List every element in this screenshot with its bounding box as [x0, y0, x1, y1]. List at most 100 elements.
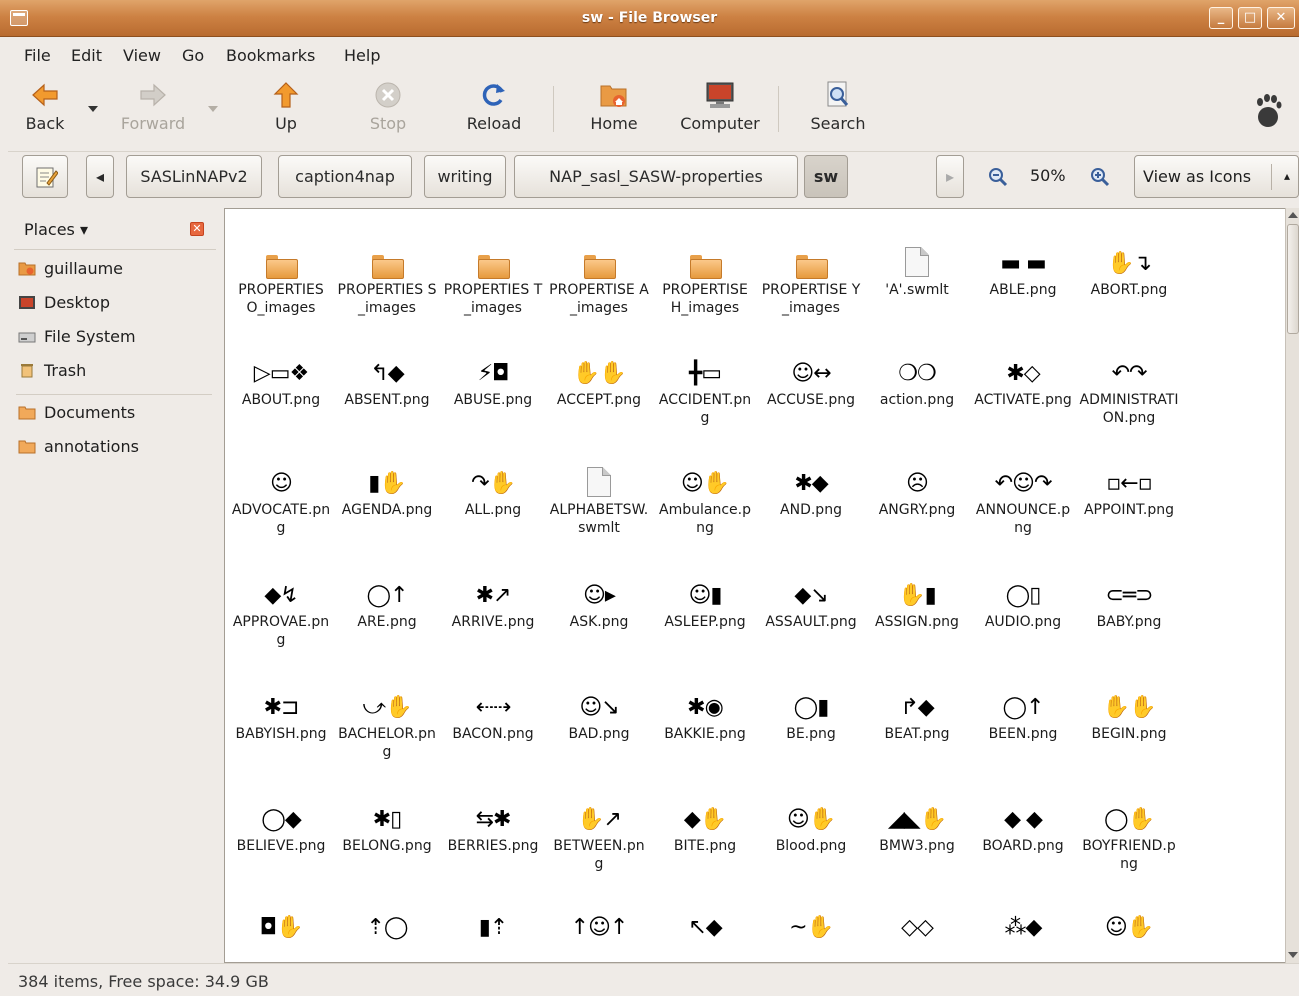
view-mode-select[interactable]: View as Icons ▴ [1134, 155, 1299, 198]
file-item[interactable]: ALPHABETSW.swmlt [547, 459, 651, 537]
menu-view[interactable]: View [123, 46, 161, 65]
image-file-item[interactable]: ◇◇ [865, 903, 969, 945]
crumb-caption4nap[interactable]: caption4nap [278, 155, 412, 198]
menu-help[interactable]: Help [344, 46, 380, 65]
image-file-item[interactable]: ◯▮ BE.png [759, 683, 863, 743]
image-file-item[interactable]: ╋▭ ACCIDENT.png [653, 349, 757, 427]
menu-file[interactable]: File [24, 46, 51, 65]
image-file-item[interactable]: ☺✋ [1077, 903, 1181, 945]
folder-item[interactable]: PROPERTISE H_images [653, 239, 757, 317]
image-file-item[interactable]: ☺▮ ASLEEP.png [653, 571, 757, 631]
image-file-item[interactable]: ◯◆ BELIEVE.png [229, 795, 333, 855]
image-file-item[interactable]: ☺ ADVOCATE.png [229, 459, 333, 537]
close-button[interactable]: ✕ [1267, 7, 1295, 29]
image-file-item[interactable]: ⇡◯ [335, 903, 439, 945]
image-file-item[interactable]: ↑☺↑ [547, 903, 651, 945]
image-file-item[interactable]: ▬ ▬ ABLE.png [971, 239, 1075, 299]
image-file-item[interactable]: ↷✋ ALL.png [441, 459, 545, 519]
folder-item[interactable]: PROPERTIES T_images [441, 239, 545, 317]
image-file-item[interactable]: ◯✋ BOYFRIEND.png [1077, 795, 1181, 873]
image-file-item[interactable]: ↶↷ ADMINISTRATION.png [1077, 349, 1181, 427]
image-file-item[interactable]: ☹ ANGRY.png [865, 459, 969, 519]
back-history-dropdown[interactable] [88, 106, 98, 112]
zoom-in-icon[interactable] [1090, 167, 1110, 187]
image-file-item[interactable]: ▮⇡ [441, 903, 545, 945]
stop-button[interactable]: Stop [363, 80, 413, 144]
search-button[interactable]: Search [806, 80, 870, 144]
image-file-item[interactable]: ✱◆ AND.png [759, 459, 863, 519]
back-button[interactable]: Back [16, 80, 74, 144]
image-file-item[interactable]: ↱◆ BEAT.png [865, 683, 969, 743]
image-file-item[interactable]: ⁂◆ [971, 903, 1075, 945]
folder-item[interactable]: PROPERTIES O_images [229, 239, 333, 317]
image-file-item[interactable]: ◢◣✋ BMW3.png [865, 795, 969, 855]
image-file-item[interactable]: ☺✋ Ambulance.png [653, 459, 757, 537]
maximize-button[interactable]: □ [1238, 7, 1262, 29]
computer-button[interactable]: Computer [672, 80, 768, 144]
folder-item[interactable]: PROPERTISE A_images [547, 239, 651, 317]
path-scroll-left-button[interactable]: ◂ [86, 155, 114, 198]
image-file-item[interactable]: ⇆✱ BERRIES.png [441, 795, 545, 855]
close-sidebar-icon[interactable]: ✕ [190, 222, 204, 236]
image-file-item[interactable]: ↶☺↷ ANNOUNCE.png [971, 459, 1075, 537]
crumb-saslinnapv2[interactable]: SASLinNAPv2 [126, 155, 262, 198]
image-file-item[interactable]: ✱◇ ACTIVATE.png [971, 349, 1075, 409]
sidebar-item-documents[interactable]: Documents [16, 398, 214, 428]
image-file-item[interactable]: ☺✋ Blood.png [759, 795, 863, 855]
menu-go[interactable]: Go [182, 46, 204, 65]
scroll-up-arrow-icon[interactable] [1288, 212, 1298, 218]
image-file-item[interactable]: ⊂═⊃ BABY.png [1077, 571, 1181, 631]
image-file-item[interactable]: ◯▯ AUDIO.png [971, 571, 1075, 631]
image-file-item[interactable]: ☺▸ ASK.png [547, 571, 651, 631]
image-file-item[interactable]: ✋✋ ACCEPT.png [547, 349, 651, 409]
sidebar-item-home[interactable]: guillaume [16, 254, 214, 284]
pane-splitter[interactable] [216, 208, 224, 963]
image-file-item[interactable]: ▫←▫ APPOINT.png [1077, 459, 1181, 519]
image-file-item[interactable]: ⤻✋ BACHELOR.png [335, 683, 439, 761]
folder-item[interactable]: PROPERTIES S_images [335, 239, 439, 317]
image-file-item[interactable]: ◯↑ ARE.png [335, 571, 439, 631]
image-file-item[interactable]: ✋↴ ABORT.png [1077, 239, 1181, 299]
image-file-item[interactable]: ◆↘ ASSAULT.png [759, 571, 863, 631]
image-file-item[interactable]: ✋✋ BEGIN.png [1077, 683, 1181, 743]
places-dropdown[interactable]: Places ▾ [24, 220, 88, 239]
image-file-item[interactable]: ◆✋ BITE.png [653, 795, 757, 855]
crumb-sw[interactable]: sw [804, 155, 848, 198]
sidebar-item-filesystem[interactable]: File System [16, 322, 214, 352]
image-file-item[interactable]: ◆ ◆ BOARD.png [971, 795, 1075, 855]
image-file-item[interactable]: ~✋ [759, 903, 863, 945]
reload-button[interactable]: Reload [463, 80, 525, 144]
forward-history-dropdown[interactable] [208, 106, 218, 112]
folder-item[interactable]: PROPERTISE Y_images [759, 239, 863, 317]
up-button[interactable]: Up [263, 80, 309, 144]
scroll-thumb[interactable] [1287, 224, 1299, 334]
sidebar-item-trash[interactable]: Trash [16, 356, 214, 386]
image-file-item[interactable]: ▮✋ AGENDA.png [335, 459, 439, 519]
sidebar-item-desktop[interactable]: Desktop [16, 288, 214, 318]
image-file-item[interactable]: ✱▯ BELONG.png [335, 795, 439, 855]
image-file-item[interactable]: ❍❍ action.png [865, 349, 969, 409]
image-file-item[interactable]: ↖◆ [653, 903, 757, 945]
home-button[interactable]: Home [583, 80, 645, 144]
scroll-down-arrow-icon[interactable] [1288, 952, 1298, 958]
image-file-item[interactable]: ✱↗ ARRIVE.png [441, 571, 545, 631]
zoom-out-icon[interactable] [988, 167, 1008, 187]
crumb-nap-sasl-sasw-properties[interactable]: NAP_sasl_SASW-properties [514, 155, 798, 198]
image-file-item[interactable]: ✱◉ BAKKIE.png [653, 683, 757, 743]
image-file-item[interactable]: ◘✋ [229, 903, 333, 945]
sidebar-item-annotations[interactable]: annotations [16, 432, 214, 462]
minimize-button[interactable]: _ [1209, 7, 1233, 29]
image-file-item[interactable]: ⚡◘ ABUSE.png [441, 349, 545, 409]
forward-button[interactable]: Forward [113, 80, 193, 144]
vertical-scrollbar[interactable] [1285, 208, 1299, 963]
image-file-item[interactable]: ✋▮ ASSIGN.png [865, 571, 969, 631]
image-file-item[interactable]: ☺↘ BAD.png [547, 683, 651, 743]
file-item[interactable]: 'A'.swmlt [865, 239, 969, 299]
image-file-item[interactable]: ↰◆ ABSENT.png [335, 349, 439, 409]
image-file-item[interactable]: ◯↑ BEEN.png [971, 683, 1075, 743]
toggle-location-entry-button[interactable] [22, 155, 68, 198]
image-file-item[interactable]: ✋↗ BETWEEN.png [547, 795, 651, 873]
image-file-item[interactable]: ✱⊐ BABYISH.png [229, 683, 333, 743]
image-file-item[interactable]: ☺↔ ACCUSE.png [759, 349, 863, 409]
menu-edit[interactable]: Edit [71, 46, 102, 65]
